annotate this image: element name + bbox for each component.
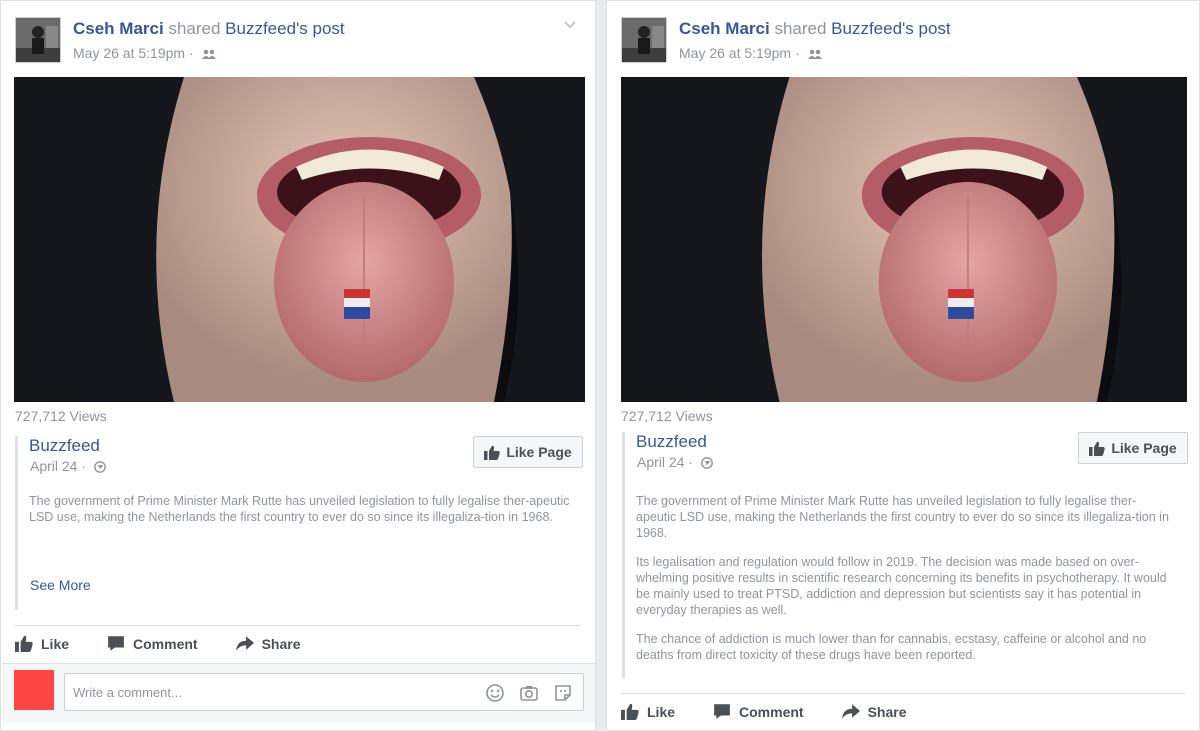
like-page-button[interactable]: Like Page — [473, 436, 583, 468]
share-label: Share — [867, 703, 907, 720]
thumbs-up-icon — [484, 445, 500, 460]
thumbs-up-icon — [621, 703, 639, 720]
video-thumbnail[interactable] — [621, 77, 1187, 402]
camera-icon[interactable] — [519, 683, 539, 703]
source-date-text[interactable]: April 24 · — [30, 458, 86, 474]
emoji-icon[interactable] — [485, 683, 505, 703]
like-button[interactable]: Like — [621, 703, 675, 720]
post-header-line: Cseh Marci shared Buzzfeed's post — [679, 19, 951, 39]
shared-post-link[interactable]: 's post — [296, 19, 345, 38]
chevron-down-icon[interactable] — [563, 19, 577, 29]
shared-page-link[interactable]: Buzzfeed — [831, 19, 902, 38]
comment-input[interactable]: Write a comment... — [64, 673, 584, 711]
post-card: Cseh Marci shared Buzzfeed's post May 26… — [606, 0, 1200, 731]
view-count: 727,712 Views — [621, 408, 713, 424]
share-icon — [235, 636, 254, 651]
comment-icon — [108, 636, 124, 651]
author-avatar[interactable] — [15, 17, 61, 63]
globe-icon — [94, 461, 106, 473]
video-thumbnail[interactable] — [14, 77, 585, 402]
like-label: Like — [41, 635, 70, 652]
comment-button[interactable]: Comment — [107, 635, 198, 652]
source-page-link[interactable]: Buzzfeed — [29, 436, 100, 456]
like-page-label: Like Page — [1111, 440, 1177, 456]
body-paragraph: Its legalisation and regulation would fo… — [636, 555, 1167, 617]
friends-icon — [201, 49, 216, 59]
globe-icon — [701, 457, 713, 469]
like-page-button[interactable]: Like Page — [1078, 432, 1188, 464]
comment-label: Comment — [133, 635, 198, 652]
body-paragraph: The chance of addiction is much lower th… — [636, 632, 1147, 662]
see-more-link[interactable]: See More — [30, 577, 91, 593]
shared-page-link[interactable]: Buzzfeed — [225, 19, 296, 38]
shared-post-box: Buzzfeed April 24 · Like Page The govern… — [622, 432, 1188, 678]
source-page-link[interactable]: Buzzfeed — [636, 432, 707, 452]
like-label: Like — [647, 703, 676, 720]
post-header-line: Cseh Marci shared Buzzfeed's post — [73, 19, 345, 39]
sticker-icon[interactable] — [553, 683, 573, 703]
post-meta: May 26 at 5:19pm · — [679, 45, 822, 61]
action-bar: Like Comment Share — [15, 625, 581, 661]
body-paragraph: The government of Prime Minister Mark Ru… — [636, 494, 1169, 540]
thumbs-up-icon — [1089, 441, 1105, 456]
share-label: Share — [261, 635, 301, 652]
friends-icon — [807, 49, 822, 59]
body-paragraph: The government of Prime Minister Mark Ru… — [29, 494, 570, 524]
author-name-link[interactable]: Cseh Marci — [679, 19, 770, 38]
shared-post-box: Buzzfeed April 24 · Like Page The govern… — [15, 436, 583, 610]
comment-icon — [714, 704, 730, 719]
author-name-link[interactable]: Cseh Marci — [73, 19, 164, 38]
post-timestamp[interactable]: May 26 at 5:19pm — [73, 45, 185, 61]
share-button[interactable]: Share — [841, 703, 907, 720]
shared-post-link[interactable]: 's post — [902, 19, 951, 38]
like-button[interactable]: Like — [15, 635, 69, 652]
post-header: Cseh Marci shared Buzzfeed's post May 26… — [621, 15, 1185, 65]
comment-composer: Write a comment... — [2, 663, 595, 723]
post-header: Cseh Marci shared Buzzfeed's post May 26… — [15, 15, 581, 65]
source-date: April 24 · — [30, 458, 106, 474]
action-bar: Like Comment Share — [621, 693, 1185, 729]
author-avatar[interactable] — [621, 17, 667, 63]
post-body-text: The government of Prime Minister Mark Ru… — [636, 493, 1176, 676]
share-button[interactable]: Share — [235, 635, 301, 652]
source-date-text[interactable]: April 24 · — [637, 454, 693, 470]
post-body-text: The government of Prime Minister Mark Ru… — [29, 493, 571, 538]
share-icon — [841, 704, 860, 719]
comment-placeholder: Write a comment... — [73, 684, 182, 700]
post-timestamp[interactable]: May 26 at 5:19pm — [679, 45, 791, 61]
comment-label: Comment — [739, 703, 804, 720]
commenter-avatar[interactable] — [14, 670, 54, 710]
comment-button[interactable]: Comment — [713, 703, 804, 720]
shared-verb: shared — [168, 19, 221, 38]
comment-tools — [485, 683, 573, 703]
shared-verb: shared — [774, 19, 827, 38]
view-count: 727,712 Views — [15, 408, 107, 424]
source-date: April 24 · — [637, 454, 713, 470]
thumbs-up-icon — [15, 635, 33, 652]
like-page-label: Like Page — [506, 444, 572, 460]
post-meta: May 26 at 5:19pm · — [73, 45, 216, 61]
post-card: Cseh Marci shared Buzzfeed's post May 26… — [0, 0, 596, 731]
